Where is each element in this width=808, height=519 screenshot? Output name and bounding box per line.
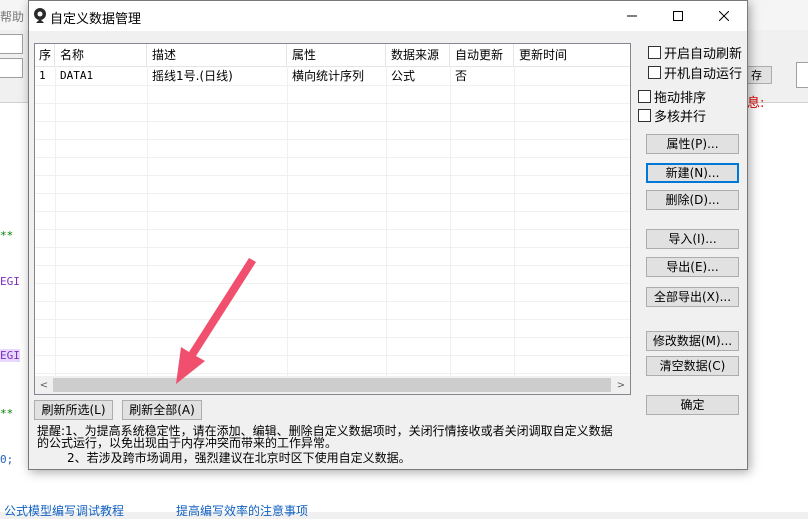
checkbox-auto-refresh[interactable]: 开启自动刷新 bbox=[648, 43, 742, 62]
dialog-titlebar[interactable]: 自定义数据管理 bbox=[29, 1, 747, 31]
minimize-button[interactable] bbox=[609, 1, 655, 31]
grid-line bbox=[35, 139, 630, 140]
checkbox-icon[interactable] bbox=[648, 66, 661, 79]
notice-text: 提醒:1、为提高系统稳定性，请在添加、编辑、删除自定义数据项时，关闭行情接收或者… bbox=[37, 425, 617, 464]
scroll-left-icon[interactable]: < bbox=[35, 376, 53, 394]
grid-line bbox=[35, 175, 630, 176]
grid-line bbox=[35, 103, 630, 104]
code-fragment: EGI bbox=[0, 275, 20, 288]
grid-line bbox=[35, 157, 630, 158]
background-field[interactable] bbox=[0, 34, 23, 54]
maximize-button[interactable] bbox=[655, 1, 701, 31]
background-status-bar: 公式模型编写调试教程 提高编写效率的注意事项 bbox=[0, 493, 808, 518]
checkbox-icon[interactable] bbox=[648, 46, 661, 59]
row-name: DATA1 bbox=[60, 69, 94, 82]
code-fragment: ** bbox=[0, 407, 14, 420]
background-red-label: 息: bbox=[747, 96, 765, 111]
background-field[interactable] bbox=[0, 58, 23, 78]
close-icon bbox=[719, 11, 729, 21]
row-update-time bbox=[514, 67, 630, 85]
row-index: 1 bbox=[39, 69, 46, 82]
import-button[interactable]: 导入(I)... bbox=[646, 229, 739, 249]
notice-line-2: 2、若涉及跨市场调用，强烈建议在北京时区下使用自定义数据。 bbox=[67, 451, 411, 465]
close-button[interactable] bbox=[701, 1, 747, 31]
ok-button[interactable]: 确定 bbox=[646, 395, 739, 415]
grid-line bbox=[35, 121, 630, 122]
column-header-description[interactable]: 描述 bbox=[147, 44, 287, 66]
grid-line bbox=[35, 373, 630, 374]
export-all-button[interactable]: 全部导出(X)... bbox=[646, 287, 739, 307]
scroll-right-icon[interactable]: > bbox=[612, 376, 630, 394]
background-save-button[interactable]: 存 bbox=[746, 66, 772, 84]
list-header: 序 名称 描述 属性 数据来源 自动更新 更新时间 bbox=[35, 44, 630, 67]
row-description: 摇线1号.(日线) bbox=[152, 69, 233, 83]
code-fragment: EGI bbox=[0, 349, 20, 362]
code-fragment: ** bbox=[0, 229, 14, 242]
status-link-tutorial[interactable]: 公式模型编写调试教程 bbox=[4, 502, 124, 519]
horizontal-scrollbar[interactable]: < > bbox=[35, 376, 630, 394]
export-button[interactable]: 导出(E)... bbox=[646, 257, 739, 277]
grid-line bbox=[35, 355, 630, 356]
column-header-name[interactable]: 名称 bbox=[55, 44, 147, 66]
checkbox-label: 开启自动刷新 bbox=[664, 47, 743, 62]
minimize-icon bbox=[627, 15, 637, 17]
checkbox-multicore[interactable]: 多核并行 bbox=[638, 106, 706, 125]
refresh-all-button[interactable]: 刷新全部(A) bbox=[122, 400, 202, 420]
grid-line bbox=[35, 265, 630, 266]
column-header-update-time[interactable]: 更新时间 bbox=[514, 44, 630, 66]
grid-line bbox=[450, 66, 451, 376]
delete-button[interactable]: 删除(D)... bbox=[646, 190, 739, 210]
column-header-auto-update[interactable]: 自动更新 bbox=[450, 44, 514, 66]
status-link-tips[interactable]: 提高编写效率的注意事项 bbox=[176, 502, 308, 519]
column-header-attribute[interactable]: 属性 bbox=[287, 44, 386, 66]
app-logo-icon bbox=[34, 8, 46, 23]
grid-line bbox=[386, 66, 387, 376]
maximize-icon bbox=[673, 11, 683, 21]
background-input[interactable] bbox=[796, 62, 808, 88]
grid-line bbox=[287, 66, 288, 376]
row-auto-update: 否 bbox=[455, 69, 468, 83]
grid-line bbox=[35, 337, 630, 338]
checkbox-label: 开机自动运行 bbox=[664, 67, 743, 82]
grid-line bbox=[35, 211, 630, 212]
code-fragment: 0; bbox=[0, 453, 14, 466]
clear-data-button[interactable]: 清空数据(C) bbox=[646, 356, 739, 376]
grid-line bbox=[35, 193, 630, 194]
grid-line bbox=[35, 85, 630, 86]
notice-line-1: 提醒:1、为提高系统稳定性，请在添加、编辑、删除自定义数据项时，关闭行情接收或者… bbox=[37, 424, 613, 450]
scrollbar-thumb[interactable] bbox=[53, 378, 611, 392]
grid-line bbox=[35, 319, 630, 320]
grid-line bbox=[514, 66, 515, 376]
custom-data-list[interactable]: 序 名称 描述 属性 数据来源 自动更新 更新时间 1 DATA1 摇线1号.(… bbox=[34, 43, 631, 395]
checkbox-drag-sort[interactable]: 拖动排序 bbox=[638, 87, 706, 106]
dialog-title: 自定义数据管理 bbox=[50, 12, 142, 27]
row-attribute: 横向统计序列 bbox=[292, 69, 365, 83]
grid-line bbox=[55, 66, 56, 376]
modify-data-button[interactable]: 修改数据(M)... bbox=[646, 331, 739, 351]
checkbox-auto-run[interactable]: 开机自动运行 bbox=[648, 63, 742, 82]
column-header-index[interactable]: 序 bbox=[35, 44, 55, 66]
grid-line bbox=[35, 283, 630, 284]
custom-data-dialog: 自定义数据管理 序 名称 描述 属性 数据来源 自动更新 更新时间 1 DATA… bbox=[28, 0, 748, 470]
properties-button[interactable]: 属性(P)... bbox=[646, 134, 739, 154]
refresh-selected-button[interactable]: 刷新所选(L) bbox=[34, 400, 113, 420]
table-row[interactable]: 1 DATA1 摇线1号.(日线) 横向统计序列 公式 否 bbox=[35, 67, 630, 85]
checkbox-label: 拖动排序 bbox=[654, 91, 707, 106]
grid-line bbox=[35, 229, 630, 230]
grid-line bbox=[35, 247, 630, 248]
checkbox-icon[interactable] bbox=[638, 90, 651, 103]
background-code-editor[interactable]: ** EGI EGI ** 0; bbox=[0, 103, 28, 493]
row-source: 公式 bbox=[391, 69, 416, 83]
checkbox-label: 多核并行 bbox=[654, 110, 707, 125]
new-button[interactable]: 新建(N)... bbox=[646, 163, 739, 183]
grid-line bbox=[147, 66, 148, 376]
grid-line bbox=[35, 301, 630, 302]
background-menu-help[interactable]: 帮助 bbox=[0, 8, 24, 25]
checkbox-icon[interactable] bbox=[638, 109, 651, 122]
column-header-source[interactable]: 数据来源 bbox=[386, 44, 450, 66]
